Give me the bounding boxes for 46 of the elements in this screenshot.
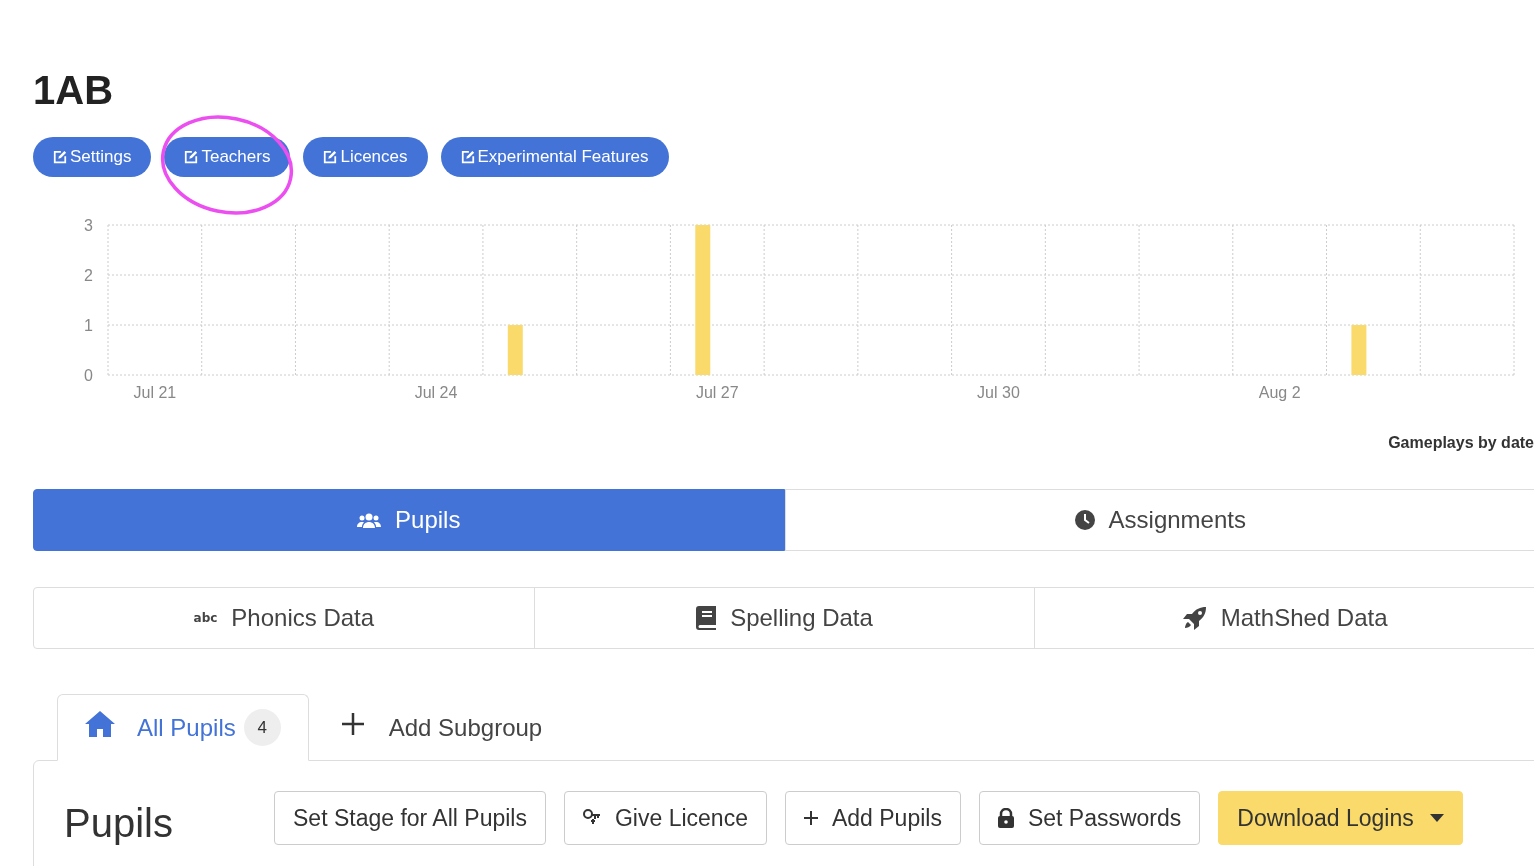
lock-icon — [997, 808, 1014, 828]
page-title: 1AB — [33, 67, 115, 114]
clock-icon — [1074, 510, 1095, 530]
edit-button[interactable]: Licences — [303, 137, 428, 177]
edit-button[interactable]: Settings — [33, 137, 152, 177]
edit-icon — [53, 150, 67, 164]
x-tick-label: Jul 30 — [977, 384, 1020, 401]
x-tick-label: Jul 27 — [695, 384, 739, 401]
caret-icon — [1429, 814, 1444, 822]
action-button[interactable]: Give Licence — [563, 791, 767, 845]
action-button[interactable]: Download Logins — [1218, 791, 1463, 845]
panel-heading: Pupils — [64, 800, 174, 847]
data-tab[interactable]: abc Phonics Data — [33, 587, 535, 649]
rocket-icon — [1182, 606, 1207, 630]
home-icon — [85, 710, 115, 737]
edit-icon — [184, 150, 199, 164]
abc-icon: abc — [193, 612, 218, 624]
group-tab[interactable]: All Pupils 4 — [57, 694, 309, 761]
x-tick-label: Jul 21 — [133, 384, 177, 401]
y-tick-label: 1 — [84, 317, 93, 334]
section-tab[interactable]: Pupils — [33, 489, 785, 551]
plus-icon — [803, 811, 818, 825]
edit-button[interactable]: Teachers — [164, 137, 291, 177]
edit-icon — [460, 150, 475, 164]
edit-icon — [323, 150, 338, 164]
y-tick-label: 2 — [84, 267, 93, 284]
key-icon — [582, 809, 601, 827]
action-button[interactable]: Add Pupils — [784, 791, 961, 845]
edit-button[interactable]: Experimental Features — [440, 137, 669, 177]
group-tab[interactable]: Add Subgroup — [313, 694, 571, 761]
y-tick-label: 0 — [84, 367, 93, 384]
data-tab[interactable]: MathShed Data — [1034, 587, 1534, 649]
bar — [507, 325, 523, 375]
section-tab[interactable]: Assignments — [784, 489, 1534, 551]
x-tick-label: Jul 24 — [414, 384, 458, 401]
y-tick-label: 3 — [84, 217, 93, 234]
chart-title: Gameplays by date — [1388, 433, 1534, 453]
action-button[interactable]: Set Stage for All Pupils — [274, 791, 546, 845]
book-icon — [696, 606, 717, 630]
bar — [1351, 325, 1367, 375]
users-icon — [357, 511, 382, 529]
data-tab[interactable]: Spelling Data — [533, 587, 1036, 649]
action-button[interactable]: Set Passwords — [978, 791, 1201, 845]
count-badge: 4 — [243, 709, 281, 746]
plus-icon — [341, 712, 364, 735]
x-tick-label: Aug 2 — [1258, 384, 1301, 401]
